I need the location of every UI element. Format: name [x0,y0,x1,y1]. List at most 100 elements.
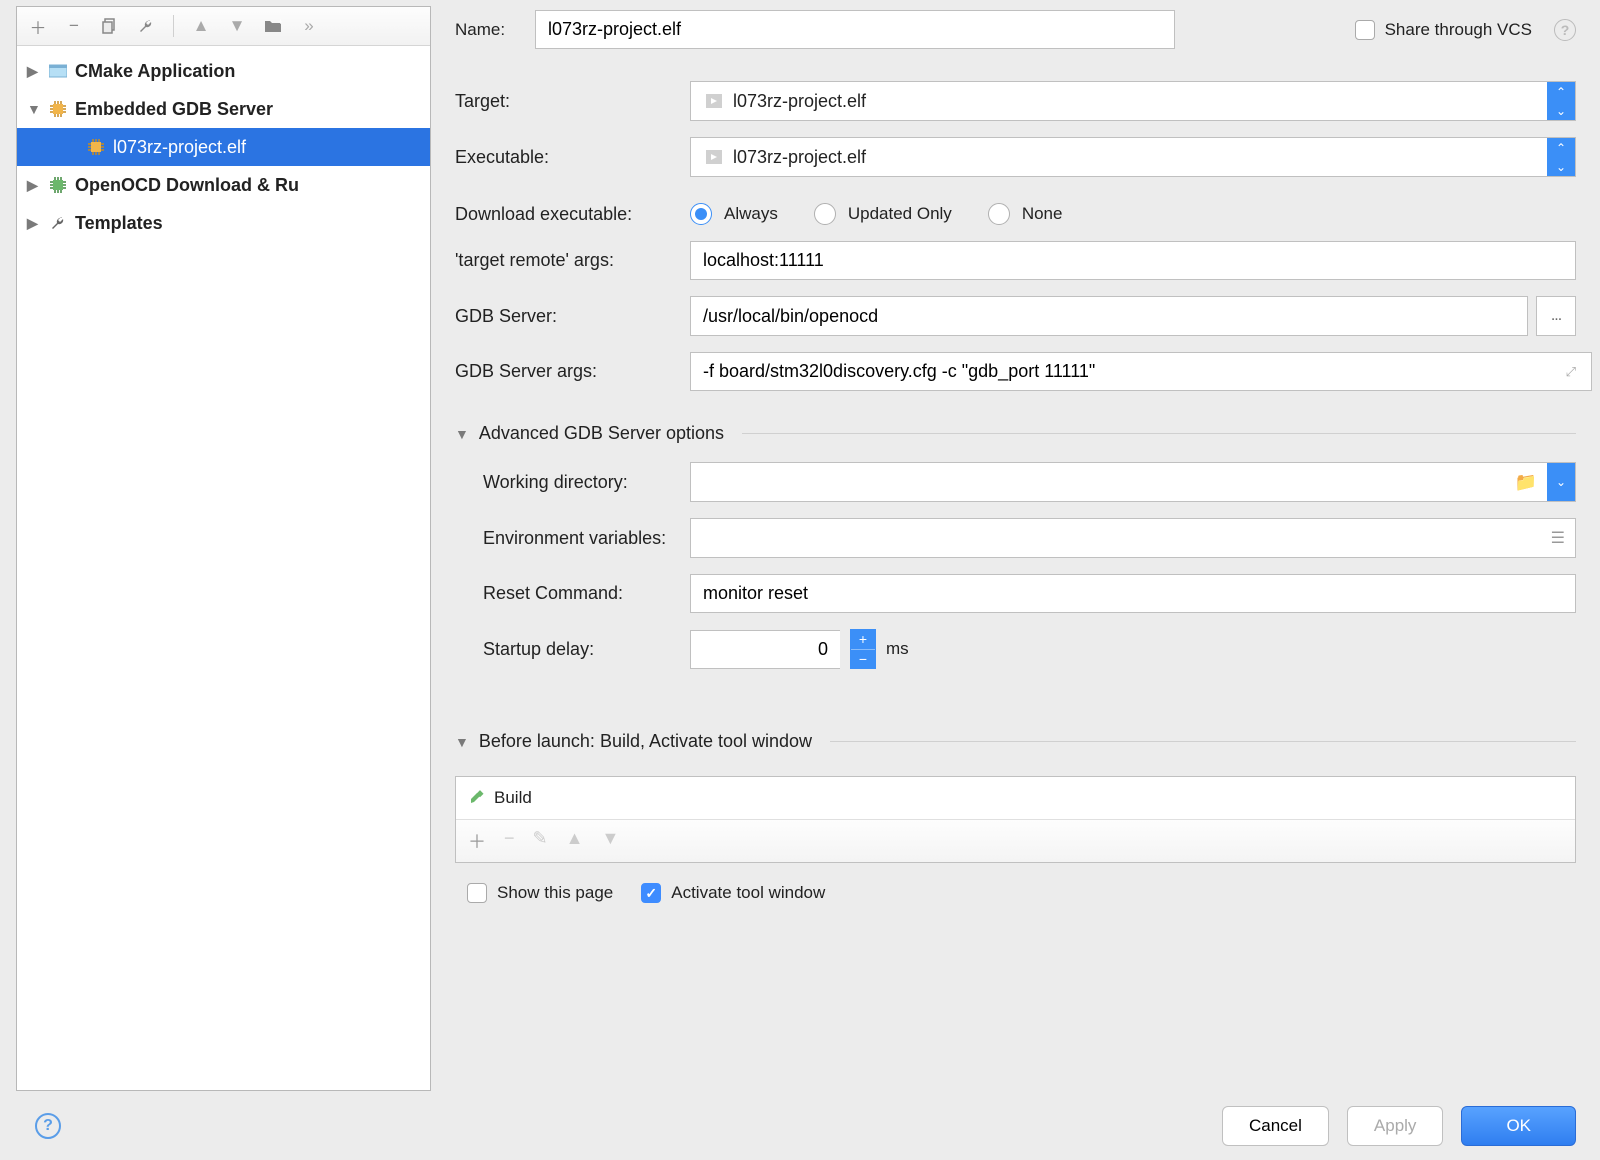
gdb-args-label: GDB Server args: [455,361,690,382]
reset-cmd-input[interactable] [690,574,1576,613]
combo-stepper-icon: ⌃⌄ [1547,138,1575,176]
target-value: l073rz-project.elf [727,91,1547,112]
chevron-down-icon[interactable]: ▼ [455,426,469,442]
help-icon[interactable]: ? [1554,19,1576,41]
chevron-right-icon: ▶ [27,177,41,194]
tree-item-embedded-gdb[interactable]: ▼ Embedded GDB Server [17,90,430,128]
download-radio-updated[interactable]: Updated Only [814,203,952,225]
apply-button[interactable]: Apply [1347,1106,1444,1146]
reset-cmd-label: Reset Command: [455,583,690,604]
executable-value: l073rz-project.elf [727,147,1547,168]
hammer-icon [468,789,486,807]
config-form: Name: Share through VCS ? Target: l073rz… [431,0,1600,1160]
radio-icon [988,203,1010,225]
move-up-icon[interactable]: ▲ [190,15,212,37]
radio-icon [814,203,836,225]
chevron-right-icon: ▶ [27,215,41,232]
working-dir-label: Working directory: [455,472,690,493]
tree-item-templates[interactable]: ▶ Templates [17,204,430,242]
stepper-icon[interactable]: +− [850,629,876,669]
target-combo[interactable]: l073rz-project.elf ⌃⌄ [690,81,1576,121]
download-label: Download executable: [455,204,690,225]
chip-icon [47,101,69,117]
tree-item-openocd[interactable]: ▶ OpenOCD Download & Ru [17,166,430,204]
remote-args-input[interactable] [690,241,1576,280]
chevron-down-icon[interactable]: ▼ [455,734,469,750]
add-icon[interactable]: ＋ [27,15,49,37]
env-vars-input[interactable] [691,520,1541,557]
dropdown-icon[interactable]: ⌄ [1547,463,1575,501]
collapse-icon[interactable]: » [298,15,320,37]
executable-type-icon [701,150,727,164]
tree-item-l073rz[interactable]: l073rz-project.elf [17,128,430,166]
gdb-args-input[interactable] [690,352,1592,391]
name-label: Name: [455,20,535,40]
folder-icon[interactable]: 📁 [1505,472,1547,493]
tree-item-label: OpenOCD Download & Ru [75,175,299,196]
env-vars-label: Environment variables: [455,528,690,549]
radio-label: None [1022,204,1063,224]
download-radio-none[interactable]: None [988,203,1063,225]
edit-icon[interactable]: ✎ [533,828,548,854]
ok-button[interactable]: OK [1461,1106,1576,1146]
executable-label: Executable: [455,147,690,168]
activate-window-label: Activate tool window [671,883,825,903]
divider [830,741,1576,742]
startup-delay-input[interactable] [690,630,840,669]
toolbar-separator [173,15,174,37]
move-down-icon[interactable]: ▼ [226,15,248,37]
chip-green-icon [47,177,69,193]
delay-unit-label: ms [886,639,909,659]
help-button[interactable]: ? [35,1113,61,1139]
chevron-right-icon: ▶ [27,63,41,80]
add-icon[interactable]: ＋ [468,828,486,854]
activate-window-checkbox[interactable] [641,883,661,903]
browse-button[interactable]: ... [1536,296,1576,336]
cancel-button[interactable]: Cancel [1222,1106,1329,1146]
tree-item-label: CMake Application [75,61,235,82]
before-launch-item[interactable]: Build [456,777,1575,819]
list-icon[interactable]: ☰ [1541,528,1575,548]
config-tree-panel: ＋ − ▲ ▼ + » ▶ CMake Application [16,6,431,1091]
before-launch-title: Before launch: Build, Activate tool wind… [479,731,812,752]
download-radio-always[interactable]: Always [690,203,778,225]
working-dir-input[interactable] [691,464,1505,501]
tree-toolbar: ＋ − ▲ ▼ + » [17,7,430,46]
advanced-section-title: Advanced GDB Server options [479,423,724,444]
copy-icon[interactable] [99,15,121,37]
show-page-checkbox[interactable] [467,883,487,903]
remove-icon[interactable]: − [504,828,515,854]
gdb-server-input[interactable] [690,296,1528,336]
executable-combo[interactable]: l073rz-project.elf ⌃⌄ [690,137,1576,177]
combo-stepper-icon: ⌃⌄ [1547,82,1575,120]
tree-item-cmake[interactable]: ▶ CMake Application [17,52,430,90]
tree-item-label: l073rz-project.elf [113,137,246,158]
before-launch-toolbar: ＋ − ✎ ▲ ▼ [456,819,1575,862]
before-launch-item-label: Build [494,788,532,808]
remove-icon[interactable]: − [63,15,85,37]
target-type-icon [701,94,727,108]
radio-label: Always [724,204,778,224]
tree-item-label: Embedded GDB Server [75,99,273,120]
folder-icon[interactable]: + [262,15,284,37]
share-vcs-checkbox[interactable] [1355,20,1375,40]
wrench-icon[interactable] [135,15,157,37]
wrench-icon [47,215,69,231]
gdb-server-label: GDB Server: [455,306,690,327]
move-down-icon[interactable]: ▼ [601,828,619,854]
radio-label: Updated Only [848,204,952,224]
working-dir-combo[interactable]: 📁 ⌄ [690,462,1576,502]
before-launch-list: Build ＋ − ✎ ▲ ▼ [455,776,1576,863]
env-vars-field[interactable]: ☰ [690,518,1576,558]
move-up-icon[interactable]: ▲ [566,828,584,854]
target-label: Target: [455,91,690,112]
name-input[interactable] [535,10,1175,49]
chip-icon [85,139,107,155]
cmake-icon [47,64,69,78]
svg-text:+: + [278,19,282,27]
radio-icon [690,203,712,225]
divider [742,433,1576,434]
show-page-label: Show this page [497,883,613,903]
share-vcs-label: Share through VCS [1385,20,1532,40]
chevron-down-icon: ▼ [27,101,41,117]
